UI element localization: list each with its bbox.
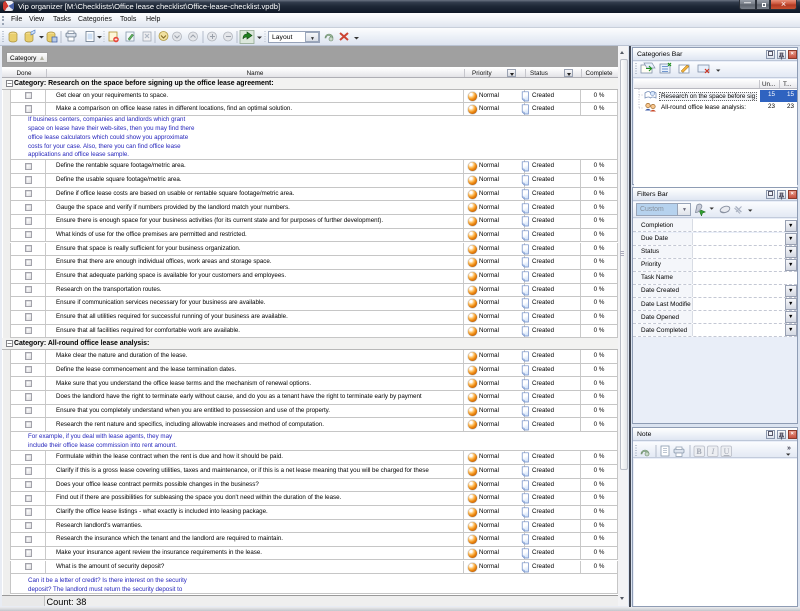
svg-text:B: B bbox=[696, 447, 702, 456]
svg-text:U: U bbox=[724, 447, 730, 456]
svg-text:»: » bbox=[787, 445, 791, 452]
svg-text:I: I bbox=[711, 447, 715, 456]
